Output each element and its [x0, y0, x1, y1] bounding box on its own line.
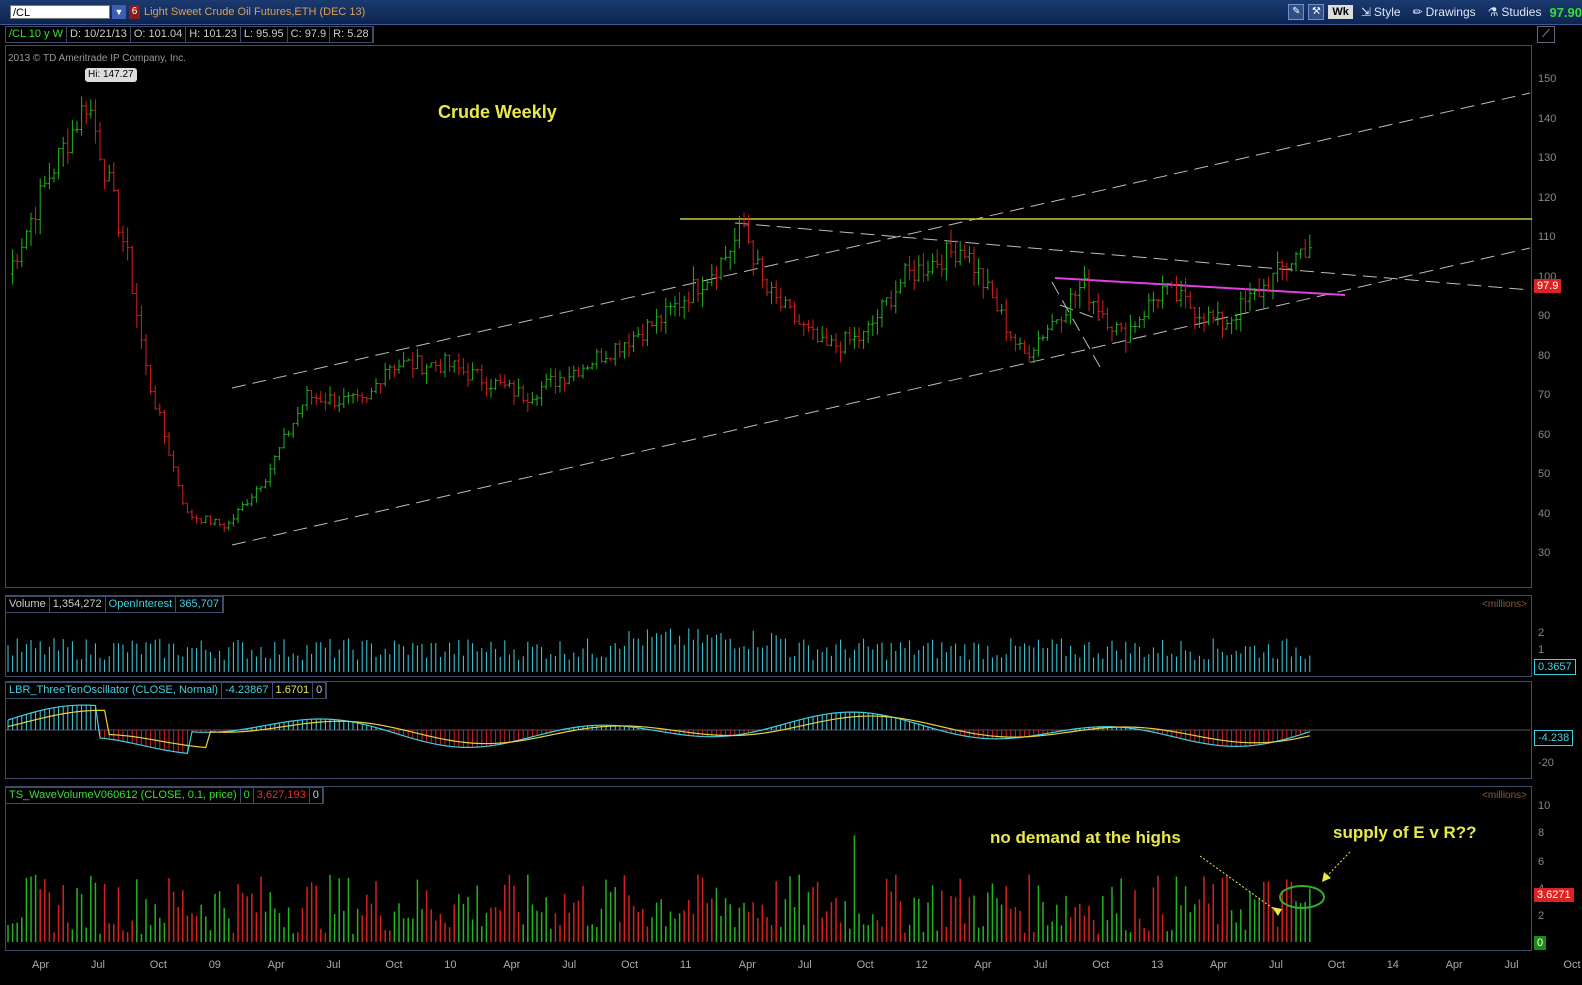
price-tick: 80: [1538, 349, 1551, 362]
price-tick: 150: [1538, 73, 1557, 85]
time-tick: Oct: [856, 959, 874, 971]
chart-title: Crude Weekly: [438, 102, 557, 122]
hi-label: Hi: 147.27: [85, 68, 137, 82]
price-tick: 60: [1538, 428, 1551, 441]
price-tick: 120: [1538, 191, 1557, 204]
price-tick: 50: [1538, 468, 1551, 480]
time-tick: 09: [208, 959, 221, 971]
time-tick: Jul: [326, 959, 341, 971]
time-tick: Oct: [621, 959, 639, 971]
price-tick: 40: [1538, 507, 1551, 520]
wave-panel[interactable]: [5, 786, 1532, 951]
time-tick: 13: [1151, 959, 1164, 971]
time-tick: 10: [444, 959, 457, 971]
wave-tick: 2: [1538, 910, 1545, 922]
annotation-supply: supply of E v R??: [1333, 823, 1477, 842]
wave-tick: 10: [1538, 800, 1551, 812]
time-tick: Oct: [1327, 959, 1345, 971]
descending-trendline: [734, 222, 1531, 291]
time-tick: Jul: [1504, 959, 1519, 971]
time-tick: Oct: [385, 959, 403, 971]
price-tick: 90: [1538, 310, 1551, 322]
wave-tick: 6: [1538, 856, 1545, 868]
time-tick: Apr: [1445, 959, 1463, 971]
annotation-no-demand: no demand at the highs: [990, 828, 1181, 847]
channel-upper-line: [231, 92, 1531, 389]
time-tick: 12: [915, 959, 928, 971]
price-tick: 140: [1538, 112, 1557, 125]
price-tick: 110: [1538, 231, 1556, 243]
time-tick: Jul: [90, 959, 105, 971]
wave-axis[interactable]: 10 8 6 4 2: [1532, 786, 1582, 951]
oscillator-tag: -4.238: [1534, 730, 1574, 746]
time-tick: Oct: [1092, 959, 1110, 971]
wave-tick: 8: [1538, 827, 1545, 839]
price-axis[interactable]: 150 140 130 120 110 100 90 80 70 60 50 40 30: [1532, 45, 1582, 588]
volume-tick: 2: [1538, 627, 1545, 639]
oscillator-tick: -20: [1538, 757, 1554, 769]
price-tick: 70: [1538, 389, 1551, 401]
magenta-trendline: [1054, 277, 1346, 296]
time-tick: Apr: [32, 959, 50, 971]
time-tick: Apr: [1210, 959, 1228, 971]
time-tick: Jul: [1033, 959, 1048, 971]
time-tick: 11: [679, 959, 692, 971]
time-tick: Oct: [1563, 959, 1581, 971]
price-tick: 130: [1538, 152, 1557, 164]
time-tick: Apr: [503, 959, 521, 971]
time-tick: Jul: [1268, 959, 1283, 971]
time-tick: Apr: [267, 959, 285, 971]
time-tick: Jul: [562, 959, 577, 971]
volume-tag: 0.3657: [1534, 659, 1576, 675]
wave-tag: 3.6271: [1534, 888, 1574, 902]
time-tick: Jul: [797, 959, 812, 971]
time-tick: Oct: [149, 959, 167, 971]
time-tick: Apr: [738, 959, 756, 971]
time-axis[interactable]: Apr Jul Oct 09 Apr Jul Oct 10 Apr Jul Oct 11 Apr Jul O…: [0, 954, 1582, 985]
channel-lower-line: [231, 247, 1531, 546]
price-tick: 30: [1538, 547, 1551, 559]
volume-tick: 1: [1538, 644, 1545, 656]
last-price-tag: 97.9: [1534, 279, 1562, 293]
oscillator-panel[interactable]: [5, 681, 1532, 779]
time-tick: Apr: [974, 959, 992, 971]
wave-zero-tag: 0: [1534, 936, 1547, 950]
volume-panel[interactable]: [5, 595, 1532, 677]
time-tick: 14: [1386, 959, 1399, 971]
